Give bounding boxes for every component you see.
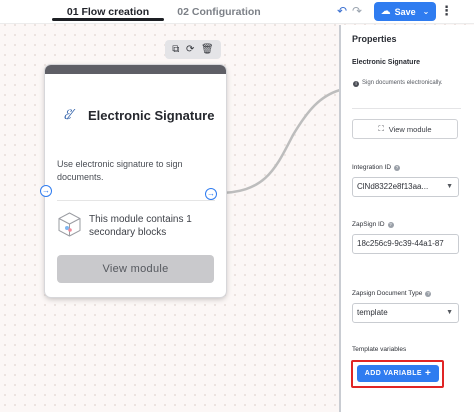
copy-icon[interactable]: ⧉ [172,44,179,55]
panel-info-text: Sign documents electronically. [362,80,443,86]
cube-icon [58,212,81,237]
view-icon: ⛶ [378,124,384,133]
document-type-label: Zapsign Document Type ? [352,290,432,297]
properties-panel: Properties Electronic Signature i Sign d… [339,25,474,412]
add-variable-label: ADD VARIABLE [364,370,422,377]
panel-view-module-button[interactable]: ⛶ View module [352,119,458,139]
card-divider [57,200,215,201]
card-header-bar [45,65,226,74]
view-module-button[interactable]: View module [57,255,214,283]
node-toolbar: ⧉ ⟳ 🗑 [165,40,221,59]
signature-icon: ℰ⁄ [63,108,72,123]
panel-divider [352,108,461,109]
info-icon: i [353,81,359,87]
document-type-select[interactable]: template ▼ [352,303,459,323]
panel-title: Properties [352,34,397,44]
module-card[interactable]: ℰ⁄ Electronic Signature Use electronic s… [45,65,226,297]
add-variable-button[interactable]: ADD VARIABLE + [357,365,439,382]
help-icon[interactable]: ? [387,221,394,228]
integration-id-select[interactable]: ClNd8322e8f13aa... ▼ [352,177,459,197]
module-description: Use electronic signature to sign documen… [57,159,183,182]
zapsign-id-input[interactable]: 18c256c9-9c39-44a1-87 [352,234,459,254]
trash-icon[interactable]: 🗑 [201,44,214,55]
integration-id-label: Integration ID ? [352,164,401,171]
module-title: Electronic Signature [88,108,215,123]
secondary-blocks-text: This module contains 1 secondary blocks [89,214,192,238]
help-icon[interactable]: ? [394,164,401,171]
input-connector-icon[interactable]: → [40,185,52,197]
template-variables-label: Template variables [352,346,407,353]
zapsign-id-label: ZapSign ID ? [352,221,394,228]
output-connector-icon[interactable]: → [205,188,217,200]
chevron-down-icon: ▼ [446,183,453,190]
chevron-down-icon: ▼ [446,309,453,316]
help-icon[interactable]: ? [425,290,432,297]
refresh-icon[interactable]: ⟳ [186,44,194,55]
panel-view-module-label: View module [388,124,432,134]
panel-module-name: Electronic Signature [352,59,421,66]
plus-icon: + [424,367,432,379]
